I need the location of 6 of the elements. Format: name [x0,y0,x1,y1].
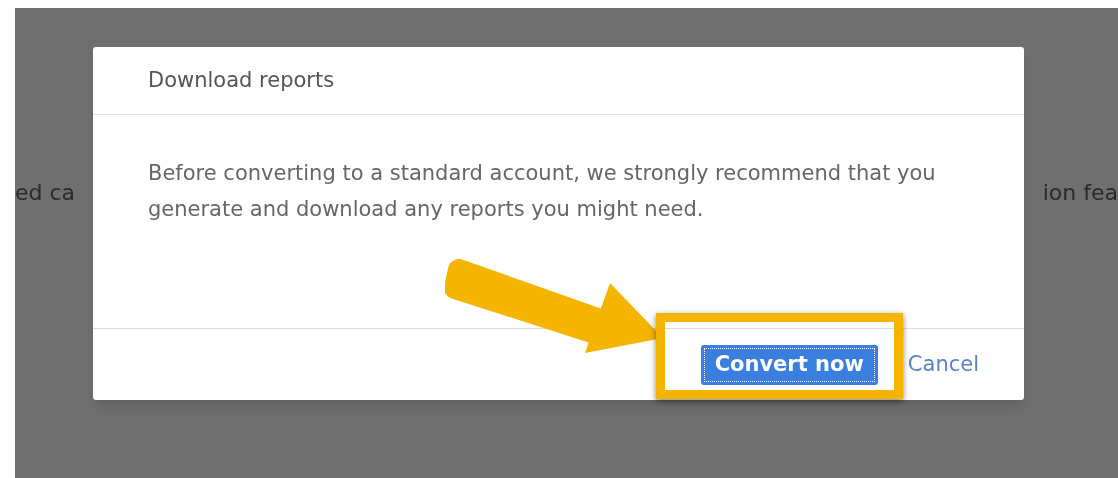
cancel-link[interactable]: Cancel [907,348,979,381]
background-text: ion fea [1042,179,1118,207]
background-text: ed ca [15,179,76,207]
dialog-message: Before converting to a standard account, we strongly recommend that you generate and download any reports you might need. [148,160,937,223]
dialog-title: Download reports [148,66,335,94]
convert-button[interactable]: Convert now [700,344,878,385]
